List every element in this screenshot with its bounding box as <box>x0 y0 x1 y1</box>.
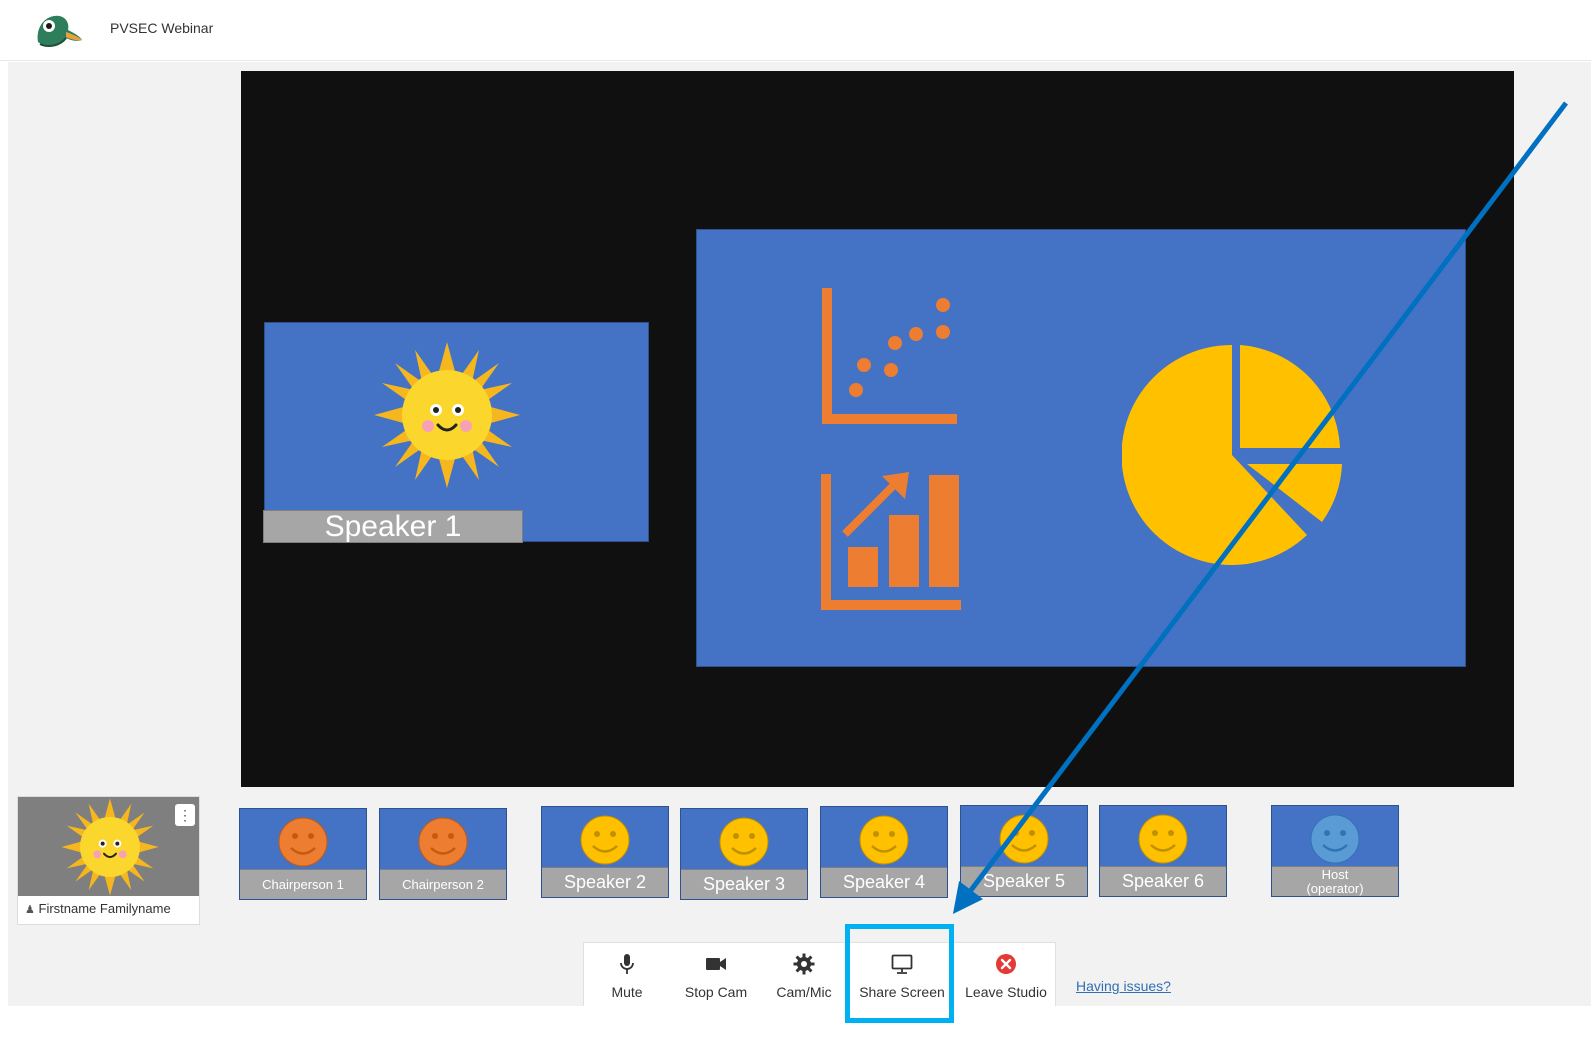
video-camera-icon <box>706 958 726 970</box>
participant-tile-chairperson-1: Chairperson 1 <box>239 808 367 900</box>
more-options-button[interactable]: ⋮ <box>175 804 195 826</box>
participant-nameplate: Chairperson 2 <box>380 869 506 899</box>
gear-icon <box>793 953 815 975</box>
sun-avatar-icon <box>61 798 159 896</box>
participant-nameplate: Speaker 6 <box>1100 866 1226 896</box>
smiley-face-icon <box>719 817 769 867</box>
smiley-face-icon <box>278 817 328 867</box>
having-issues-link[interactable]: Having issues? <box>1076 978 1171 994</box>
participant-tile-speaker-6: Speaker 6 <box>1099 805 1227 897</box>
featured-speaker-video <box>264 322 649 542</box>
leave-studio-button[interactable]: Leave Studio <box>960 943 1052 1007</box>
featured-speaker-nameplate: Speaker 1 <box>263 510 523 543</box>
participant-nameplate: Host (operator) <box>1272 866 1398 896</box>
participant-nameplate: Chairperson 1 <box>240 869 366 899</box>
stop-cam-button[interactable]: Stop Cam <box>674 943 758 1007</box>
smiley-face-icon <box>999 814 1049 864</box>
participant-tile-host: Host (operator) <box>1271 805 1399 897</box>
stop-cam-label: Stop Cam <box>684 984 748 1000</box>
duck-logo-icon <box>37 15 82 47</box>
pie-chart-icon <box>1122 344 1342 565</box>
participant-nameplate: Speaker 4 <box>821 867 947 897</box>
participant-tile-speaker-5: Speaker 5 <box>960 805 1088 897</box>
participant-tile-chairperson-2: Chairperson 2 <box>379 808 507 900</box>
smiley-face-icon <box>1310 814 1360 864</box>
smiley-face-icon <box>859 815 909 865</box>
smiley-face-icon <box>418 817 468 867</box>
self-view-name-text: Firstname Familyname <box>38 901 171 916</box>
participant-nameplate: Speaker 5 <box>961 866 1087 896</box>
cam-mic-label: Cam/Mic <box>776 984 832 1000</box>
mute-label: Mute <box>611 984 643 1000</box>
bar-chart-icon <box>821 472 961 610</box>
host-label-line2: (operator) <box>1306 881 1364 896</box>
participant-nameplate: Speaker 3 <box>681 869 807 899</box>
person-icon: ♟ <box>25 904 35 916</box>
share-screen-highlight-box <box>845 924 954 1023</box>
microphone-icon <box>620 954 634 974</box>
smiley-face-icon <box>580 815 630 865</box>
sun-avatar-icon <box>374 342 520 488</box>
smiley-face-icon <box>1138 814 1188 864</box>
control-bar: Mute Stop Cam Cam/Mic Share Screen Leave… <box>583 942 1056 1006</box>
self-view-name: ♟ Firstname Familyname <box>25 901 171 916</box>
close-circle-icon <box>996 954 1016 974</box>
participant-tile-speaker-3: Speaker 3 <box>680 808 808 900</box>
participant-tile-speaker-4: Speaker 4 <box>820 806 948 898</box>
host-label-line1: Host <box>1321 867 1349 882</box>
app-title: PVSEC Webinar <box>110 20 214 36</box>
cam-mic-settings-button[interactable]: Cam/Mic <box>768 943 840 1007</box>
leave-studio-label: Leave Studio <box>965 984 1047 1000</box>
self-view-video: ⋮ <box>18 797 199 896</box>
mute-button[interactable]: Mute <box>594 943 660 1007</box>
scatter-chart-icon <box>822 288 957 424</box>
top-bar: PVSEC Webinar <box>0 0 1591 61</box>
self-view-tile: ⋮ ♟ Firstname Familyname <box>17 796 200 925</box>
participant-tile-speaker-2: Speaker 2 <box>541 806 669 898</box>
shared-slide <box>696 229 1466 667</box>
participant-nameplate: Speaker 2 <box>542 867 668 897</box>
